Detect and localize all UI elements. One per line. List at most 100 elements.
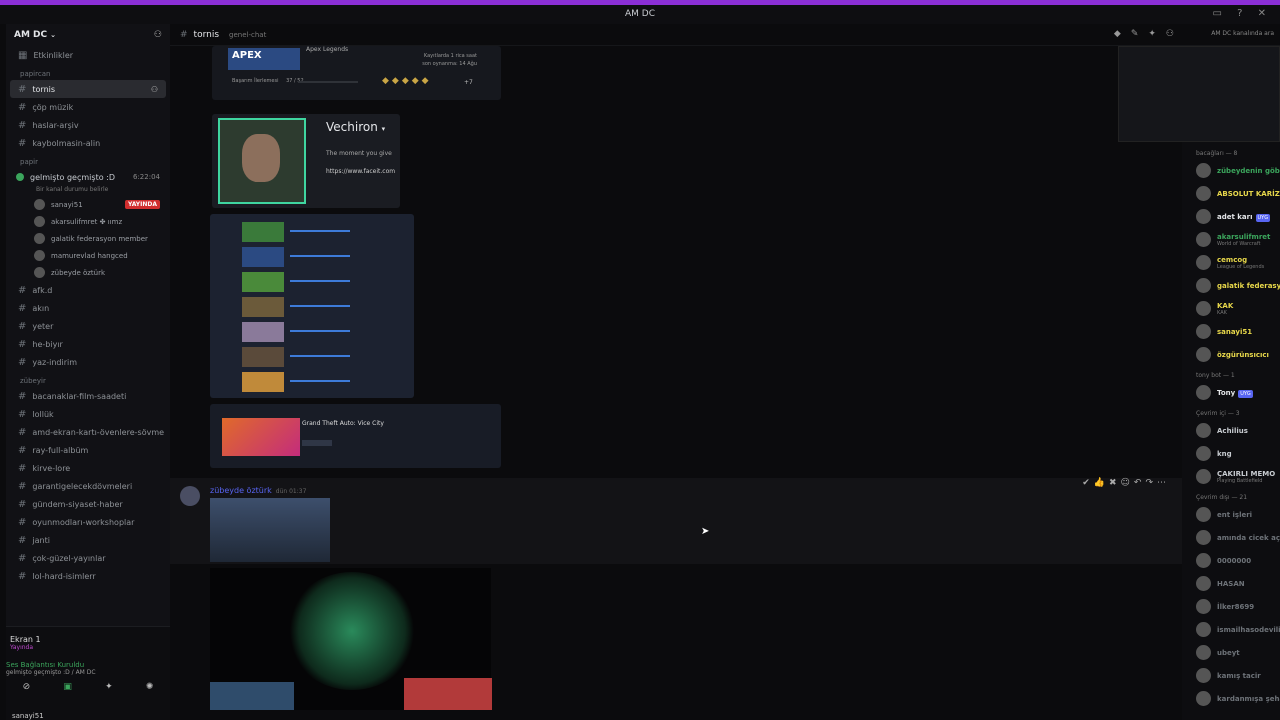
member-item[interactable]: ent işleri xyxy=(1182,503,1280,526)
channel-item[interactable]: # yeter xyxy=(6,317,170,335)
profile-link[interactable]: https://www.faceit.com xyxy=(326,168,395,175)
channel-item[interactable]: # afk.d xyxy=(6,281,170,299)
member-item[interactable]: İlker8699 xyxy=(1182,595,1280,618)
channel-item[interactable]: # tornis ⚇ xyxy=(10,80,166,98)
member-item[interactable]: akarsulifmret World of Warcraft xyxy=(1182,228,1280,251)
member-item[interactable]: ubeyt xyxy=(1182,641,1280,664)
channel-item[interactable]: # çöp müzik xyxy=(6,98,170,116)
member-item[interactable]: amında cicek aç xyxy=(1182,526,1280,549)
channel-item[interactable]: # akın xyxy=(6,299,170,317)
hash-icon: # xyxy=(18,119,27,131)
steam-library-embed[interactable] xyxy=(210,214,414,398)
game-row xyxy=(242,272,392,292)
header-icons[interactable]: ◆✎✦⚇ xyxy=(1114,29,1184,39)
member-item[interactable]: özgürünsıcıcı xyxy=(1182,343,1280,366)
window-controls[interactable]: ▭ ? ✕ xyxy=(1213,8,1273,19)
member-item[interactable]: ismailhasodevili xyxy=(1182,618,1280,641)
avatar[interactable] xyxy=(180,486,200,506)
member-item[interactable]: kardanmışa şeha xyxy=(1182,687,1280,710)
channel-item[interactable]: # gündem-siyaset-haber xyxy=(6,495,170,513)
hash-icon: # xyxy=(18,516,27,528)
member-item[interactable]: Tony UYG xyxy=(1182,381,1280,404)
channel-item[interactable]: # oyunmodları-workshoplar xyxy=(6,513,170,531)
video-preview[interactable] xyxy=(1118,46,1280,142)
member-item[interactable]: galatik federasyon xyxy=(1182,274,1280,297)
game-progress xyxy=(290,230,350,232)
voice-user[interactable]: akarsulifmret ✤ ıımz xyxy=(6,213,170,230)
search-input[interactable]: AM DC kanalında ara xyxy=(1211,30,1274,37)
avatar xyxy=(1196,599,1211,614)
server-name: AM DC xyxy=(14,30,48,40)
avatar xyxy=(1196,469,1211,484)
achievement-icons: ◆◆◆◆◆ xyxy=(382,76,432,86)
message-author[interactable]: zübeyde öztürk dün 01:37 xyxy=(210,486,306,495)
voice-user[interactable]: mamurevlad hangced xyxy=(6,247,170,264)
apex-embed[interactable]: APEX Apex Legends Kayıtlarda 1 rica saat… xyxy=(212,46,501,100)
member-item[interactable]: ABSOLUT KARİZMA xyxy=(1182,182,1280,205)
message-actions[interactable]: ✔👍✖☺↶↷⋯ xyxy=(1082,478,1170,488)
apex-game: Apex Legends xyxy=(306,46,349,53)
invite-icon[interactable]: ⚇ xyxy=(154,30,162,40)
image-attachment[interactable] xyxy=(210,568,492,710)
channel-item[interactable]: # he-biyır xyxy=(6,335,170,353)
member-item[interactable]: sanayi51 xyxy=(1182,320,1280,343)
avatar xyxy=(1196,232,1211,247)
app-badge: UYG xyxy=(1238,389,1253,398)
invite-icon[interactable]: ⚇ xyxy=(151,85,158,94)
game-row xyxy=(242,347,392,367)
member-item[interactable]: zübeydenin göbeği xyxy=(1182,159,1280,182)
camera-icon[interactable]: ⊘ xyxy=(23,682,31,692)
events-channel[interactable]: ▦ Etkinlikler xyxy=(6,46,170,64)
avatar xyxy=(1196,209,1211,224)
avatar xyxy=(1196,668,1211,683)
member-item[interactable]: Achilius xyxy=(1182,419,1280,442)
channel-item[interactable]: # lollük xyxy=(6,405,170,423)
member-item[interactable]: kng xyxy=(1182,442,1280,465)
category-papir[interactable]: papir xyxy=(6,152,170,168)
member-item[interactable]: kamış tacir xyxy=(1182,664,1280,687)
voice-connection-status[interactable]: Ses Bağlantısı Kuruldu gelmişto geçmişto… xyxy=(6,651,170,676)
category-papircan[interactable]: papircan xyxy=(6,64,170,80)
member-name: HASAN xyxy=(1217,579,1245,588)
voice-user[interactable]: sanayi51 YAYINDA xyxy=(6,196,170,213)
channel-item[interactable]: # yaz-indirim xyxy=(6,353,170,371)
member-name: İlker8699 xyxy=(1217,602,1255,611)
activities-icon[interactable]: ✦ xyxy=(105,682,113,692)
screen-share-icon[interactable]: ▣ xyxy=(63,682,72,692)
channel-item[interactable]: # garantigelecekdövmeleri xyxy=(6,477,170,495)
username[interactable]: sanayi51 xyxy=(12,712,44,720)
channel-item[interactable]: # çok-güzel-yayınlar xyxy=(6,549,170,567)
member-item[interactable]: 0000000 xyxy=(1182,549,1280,572)
channel-item[interactable]: # kirve-lore xyxy=(6,459,170,477)
channel-item[interactable]: # amd-ekran-kartı-övenlere-sövme xyxy=(6,423,170,441)
thumb-image xyxy=(210,682,294,710)
member-item[interactable]: adet karı UYG xyxy=(1182,205,1280,228)
channel-item[interactable]: # bacanaklar-film-saadeti xyxy=(6,387,170,405)
voice-user[interactable]: galatik federasyon member xyxy=(6,230,170,247)
voice-status[interactable]: Bir kanal durumu belirle xyxy=(6,186,170,196)
gta-embed[interactable]: Grand Theft Auto: Vice City xyxy=(210,404,501,468)
member-item[interactable]: KAK KAK xyxy=(1182,297,1280,320)
member-item[interactable]: HASAN xyxy=(1182,572,1280,595)
soundboard-icon[interactable]: ✺ xyxy=(146,682,154,692)
member-name: kng xyxy=(1217,449,1232,458)
channel-item[interactable]: # haslar-arşiv xyxy=(6,116,170,134)
member-item[interactable]: ÇAKIRLI MEMO Playing Battlefield xyxy=(1182,465,1280,488)
member-item[interactable]: cemcog League of Legends xyxy=(1182,251,1280,274)
member-name: amında cicek aç xyxy=(1217,533,1280,542)
hash-icon: # xyxy=(18,83,27,95)
channel-item[interactable]: # ray-full-albüm xyxy=(6,441,170,459)
channel-item[interactable]: # lol-hard-isimlerr xyxy=(6,567,170,585)
channel-item[interactable]: # kaybolmasin-alin xyxy=(6,134,170,152)
hash-icon: # xyxy=(18,338,27,350)
faceit-embed[interactable]: Vechiron ▾ The moment you give https://w… xyxy=(212,114,400,208)
image-attachment[interactable] xyxy=(210,498,330,562)
member-list: bacağları — 8 zübeydenin göbeği ABSOLUT KA… xyxy=(1182,46,1280,720)
hash-icon: # xyxy=(18,390,27,402)
voice-user[interactable]: zübeyde öztürk xyxy=(6,264,170,281)
play-button[interactable] xyxy=(302,440,332,446)
category-zubeyir[interactable]: zübeyir xyxy=(6,371,170,387)
voice-channel[interactable]: gelmişto geçmişto :D 6:22:04 xyxy=(6,168,170,186)
channel-item[interactable]: # janti xyxy=(6,531,170,549)
server-header[interactable]: AM DC ⌄ ⚇ xyxy=(6,24,170,46)
